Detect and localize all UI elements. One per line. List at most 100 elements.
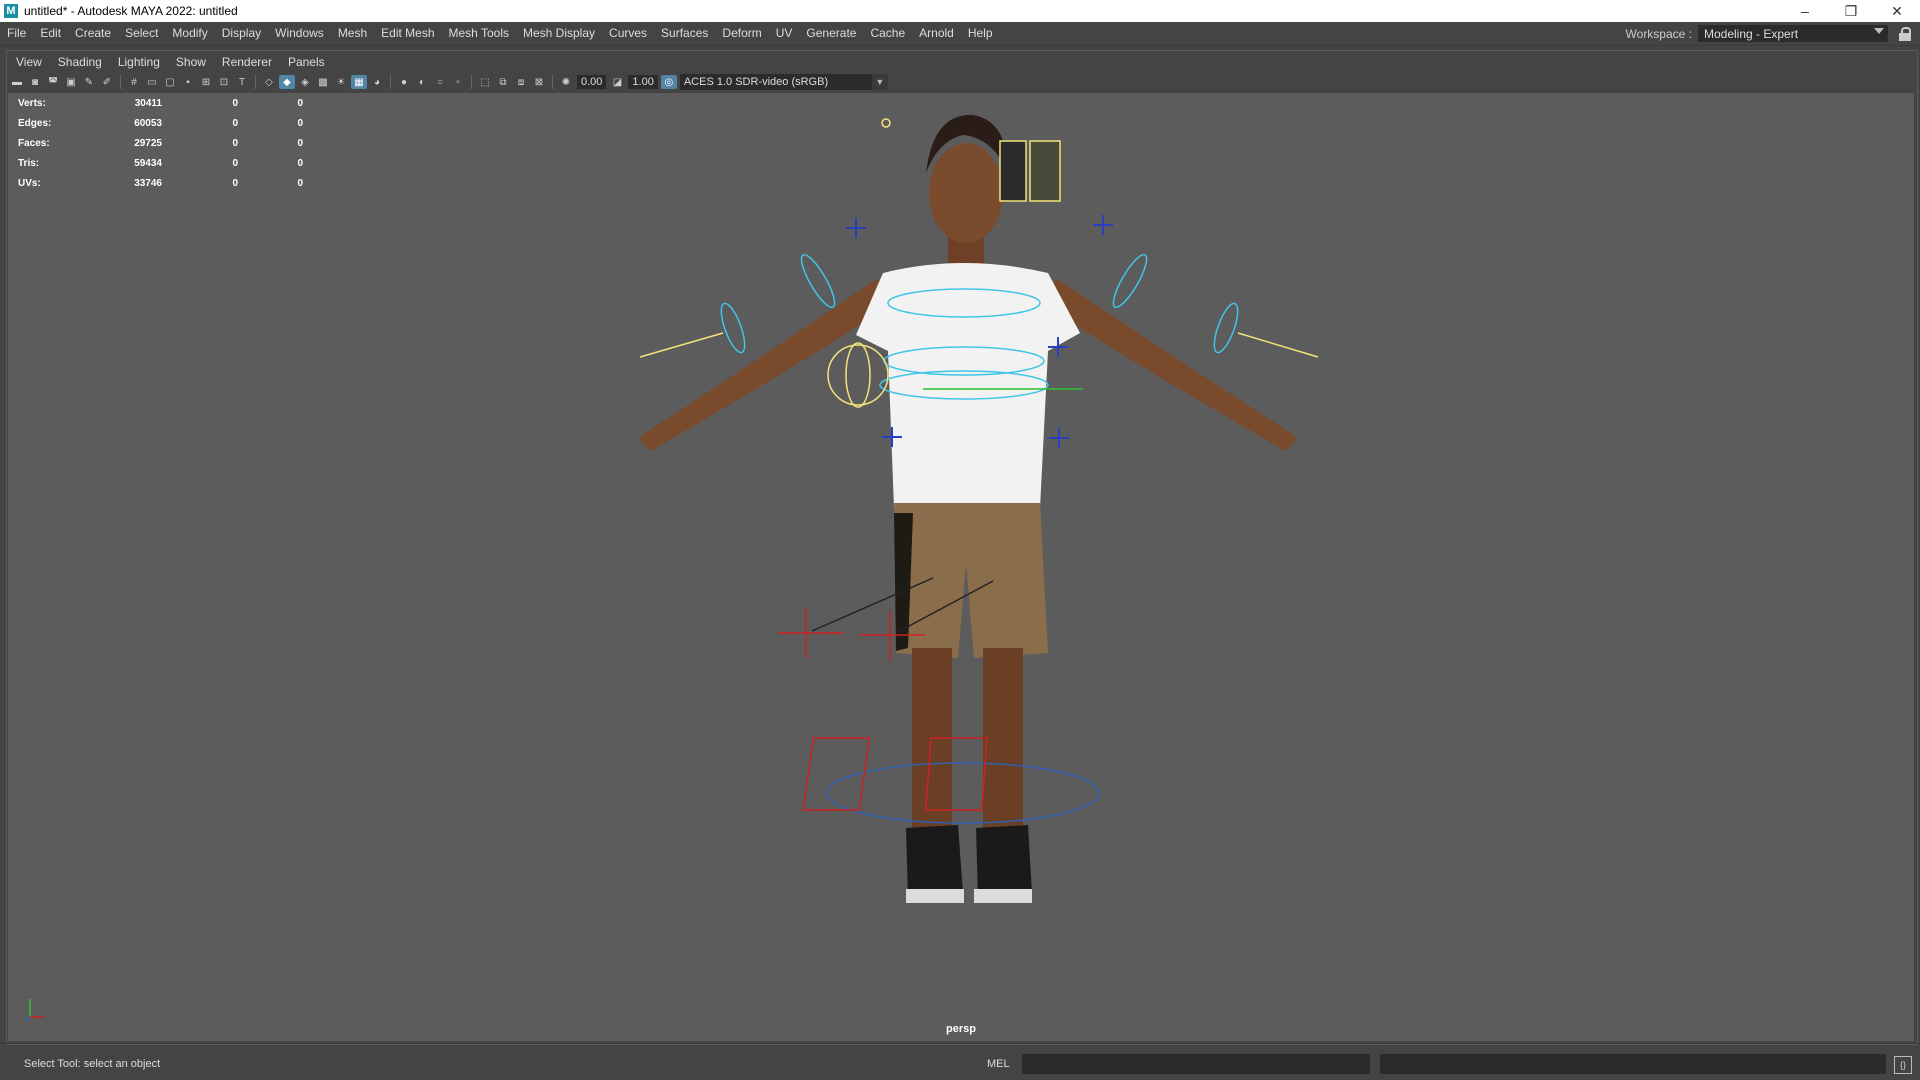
hud-label: Tris: [18, 157, 40, 169]
hud-row: UVs: 33746 0 0 [18, 173, 303, 193]
safe-title-icon[interactable]: T [234, 75, 250, 89]
wireframe-icon[interactable]: ◇ [261, 75, 277, 89]
gamma-field[interactable]: 1.00 [628, 75, 658, 89]
isolate-select-icon[interactable]: ▫ [450, 75, 466, 89]
menu-cache[interactable]: Cache [863, 22, 912, 45]
use-all-lights-icon[interactable]: ☀ [333, 75, 349, 89]
menu-mesh-tools[interactable]: Mesh Tools [442, 22, 516, 45]
film-gate-icon[interactable]: ▭ [144, 75, 160, 89]
help-line: Select Tool: select an object MEL {} [0, 1052, 1920, 1076]
wireframe-on-shaded-icon[interactable]: ◈ [297, 75, 313, 89]
menu-modify[interactable]: Modify [165, 22, 214, 45]
menu-help[interactable]: Help [961, 22, 1000, 45]
panel-menu-show[interactable]: Show [168, 55, 214, 69]
toolbar-divider [552, 75, 553, 89]
multisample-aa-icon[interactable]: ◐ [414, 75, 430, 89]
panel-menu-view[interactable]: View [8, 55, 50, 69]
gamma-icon[interactable]: ◪ [609, 75, 625, 89]
xray-icon[interactable]: ⬚ [477, 75, 493, 89]
depth-of-field-icon[interactable]: ○ [432, 75, 448, 89]
command-line-input[interactable] [1022, 1054, 1370, 1074]
safe-action-icon[interactable]: ⊡ [216, 75, 232, 89]
grease-pencil-icon[interactable]: ✐ [99, 75, 115, 89]
lock-icon[interactable] [1896, 25, 1914, 43]
exposure-field[interactable]: 0.00 [577, 75, 607, 89]
hud-total: 59434 [134, 157, 162, 169]
hud-component: 0 [297, 137, 303, 149]
camera-select-icon[interactable]: ▬ [9, 75, 25, 89]
restore-button[interactable]: ❐ [1828, 0, 1874, 22]
xray-joints-icon[interactable]: ⧈ [513, 75, 529, 89]
smooth-shade-icon[interactable]: ◆ [279, 75, 295, 89]
hud-row: Edges: 60053 0 0 [18, 113, 303, 133]
panel-menu-renderer[interactable]: Renderer [214, 55, 280, 69]
menu-windows[interactable]: Windows [268, 22, 331, 45]
menu-display[interactable]: Display [215, 22, 268, 45]
window-title: untitled* - Autodesk MAYA 2022: untitled [24, 4, 238, 18]
panel-menu-shading[interactable]: Shading [50, 55, 110, 69]
grid-icon[interactable]: # [126, 75, 142, 89]
workspace-dropdown[interactable]: Modeling - Expert [1698, 25, 1888, 42]
backface-culling-icon[interactable]: ⊠ [531, 75, 547, 89]
script-language-toggle[interactable]: MEL [987, 1058, 1010, 1070]
menu-deform[interactable]: Deform [715, 22, 768, 45]
menu-mesh[interactable]: Mesh [331, 22, 374, 45]
hud-label: Verts: [18, 97, 46, 109]
character-model [638, 114, 1298, 903]
script-editor-icon[interactable]: {} [1894, 1056, 1912, 1074]
menu-curves[interactable]: Curves [602, 22, 654, 45]
panel-menu-panels[interactable]: Panels [280, 55, 333, 69]
menu-edit[interactable]: Edit [33, 22, 68, 45]
camera-attributes-icon[interactable]: ◙ [27, 75, 43, 89]
close-button[interactable]: ✕ [1874, 0, 1920, 22]
maya-app-icon: M [4, 4, 18, 18]
hud-label: Faces: [18, 137, 50, 149]
menu-file[interactable]: File [0, 22, 33, 45]
hud-selected: 0 [232, 177, 238, 189]
chevron-down-icon [1874, 28, 1884, 34]
shadows-icon[interactable]: ▦ [351, 75, 367, 89]
motion-blur-icon[interactable]: ● [396, 75, 412, 89]
xray-active-components-icon[interactable]: ⧉ [495, 75, 511, 89]
hud-label: Edges: [18, 117, 52, 129]
hud-total: 33746 [134, 177, 162, 189]
hud-selected: 0 [232, 97, 238, 109]
hud-selected: 0 [232, 157, 238, 169]
ambient-occlusion-icon[interactable]: ◕ [369, 75, 385, 89]
menu-surfaces[interactable]: Surfaces [654, 22, 715, 45]
menu-mesh-display[interactable]: Mesh Display [516, 22, 602, 45]
toolbar-divider [471, 75, 472, 89]
hud-selected: 0 [232, 117, 238, 129]
menu-create[interactable]: Create [68, 22, 118, 45]
image-plane-icon[interactable]: ▣ [63, 75, 79, 89]
workspace-selector: Workspace : Modeling - Expert [1626, 22, 1920, 45]
hud-row: Verts: 30411 0 0 [18, 93, 303, 113]
menu-arnold[interactable]: Arnold [912, 22, 961, 45]
view-transform-dropdown[interactable]: ACES 1.0 SDR-video (sRGB) [679, 74, 872, 90]
menu-uv[interactable]: UV [769, 22, 800, 45]
resolution-gate-icon[interactable]: ▢ [162, 75, 178, 89]
gate-mask-icon[interactable]: ▪ [180, 75, 196, 89]
viewport-persp[interactable]: Verts: 30411 0 0 Edges: 60053 0 0 Faces:… [8, 93, 1914, 1041]
hud-total: 30411 [134, 97, 162, 109]
camera-name-label: persp [946, 1023, 976, 1035]
menu-select[interactable]: Select [118, 22, 165, 45]
bookmarks-icon[interactable]: ◚ [45, 75, 61, 89]
toolbar-divider [255, 75, 256, 89]
hud-component: 0 [297, 97, 303, 109]
color-management-icon[interactable]: ◎ [660, 75, 677, 89]
hud-row: Faces: 29725 0 0 [18, 133, 303, 153]
hud-component: 0 [297, 177, 303, 189]
field-chart-icon[interactable]: ⊞ [198, 75, 214, 89]
title-bar: M untitled* - Autodesk MAYA 2022: untitl… [0, 0, 1920, 22]
hud-total: 29725 [134, 137, 162, 149]
menu-generate[interactable]: Generate [799, 22, 863, 45]
panel-menu-lighting[interactable]: Lighting [110, 55, 168, 69]
exposure-icon[interactable]: ✺ [558, 75, 574, 89]
textured-icon[interactable]: ▩ [315, 75, 331, 89]
minimize-button[interactable]: – [1782, 0, 1828, 22]
menu-edit-mesh[interactable]: Edit Mesh [374, 22, 441, 45]
hud-selected: 0 [232, 137, 238, 149]
two-d-pan-zoom-icon[interactable]: ✎ [81, 75, 97, 89]
chevron-down-icon[interactable]: ▼ [871, 74, 888, 90]
